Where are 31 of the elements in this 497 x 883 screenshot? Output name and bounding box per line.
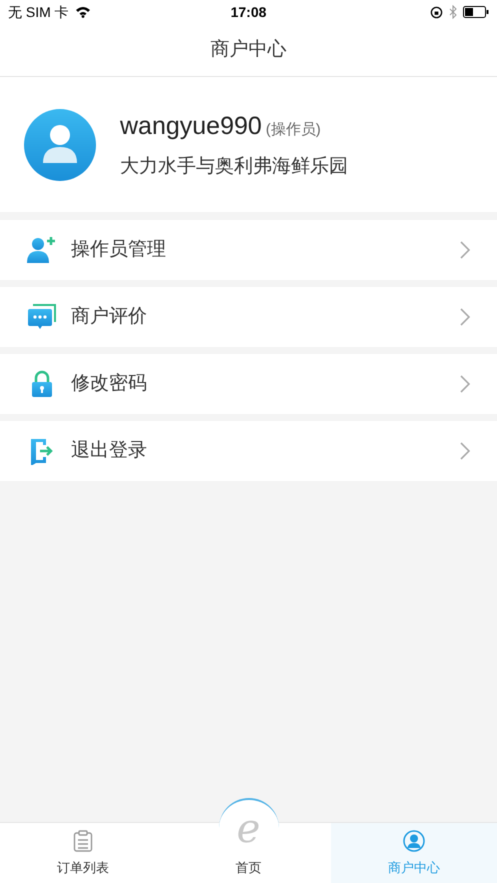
avatar-icon [24,108,96,180]
battery-icon [463,6,489,18]
menu-label: 修改密码 [71,372,148,396]
carrier-text: 无 SIM 卡 [8,2,69,22]
store-name: 大力水手与奥利弗海鲜乐园 [120,155,348,179]
add-user-icon [27,236,57,264]
user-circle-icon [403,830,426,852]
tab-label: 首页 [236,858,262,876]
role-label: (操作员) [266,120,321,140]
menu-row[interactable]: 修改密码 [0,354,497,414]
menu-label: 商户评价 [71,304,148,329]
menu-row[interactable]: 操作员管理 [0,220,497,280]
clock-time: 17:08 [230,2,266,22]
chevron-right-icon [460,308,470,326]
chevron-right-icon [460,375,470,393]
chevron-right-icon [460,442,470,460]
tab-label: 商户中心 [388,858,440,876]
bluetooth-icon [449,5,457,19]
chevron-right-icon [460,241,470,259]
menu-row[interactable]: 商户评价 [0,287,497,347]
username: wangyue990 [120,110,262,142]
menu-row[interactable]: 退出登录 [0,421,497,481]
wifi-icon [74,6,91,18]
rotation-lock-icon [430,6,443,18]
tab-item[interactable]: 订单列表 [0,823,166,883]
chat-bubble-icon [27,303,57,331]
tab-label: 订单列表 [56,858,109,876]
page-title: 商户中心 [210,38,286,62]
menu-label: 退出登录 [71,438,148,463]
clipboard-icon [72,830,93,852]
menu-label: 操作员管理 [71,238,167,262]
